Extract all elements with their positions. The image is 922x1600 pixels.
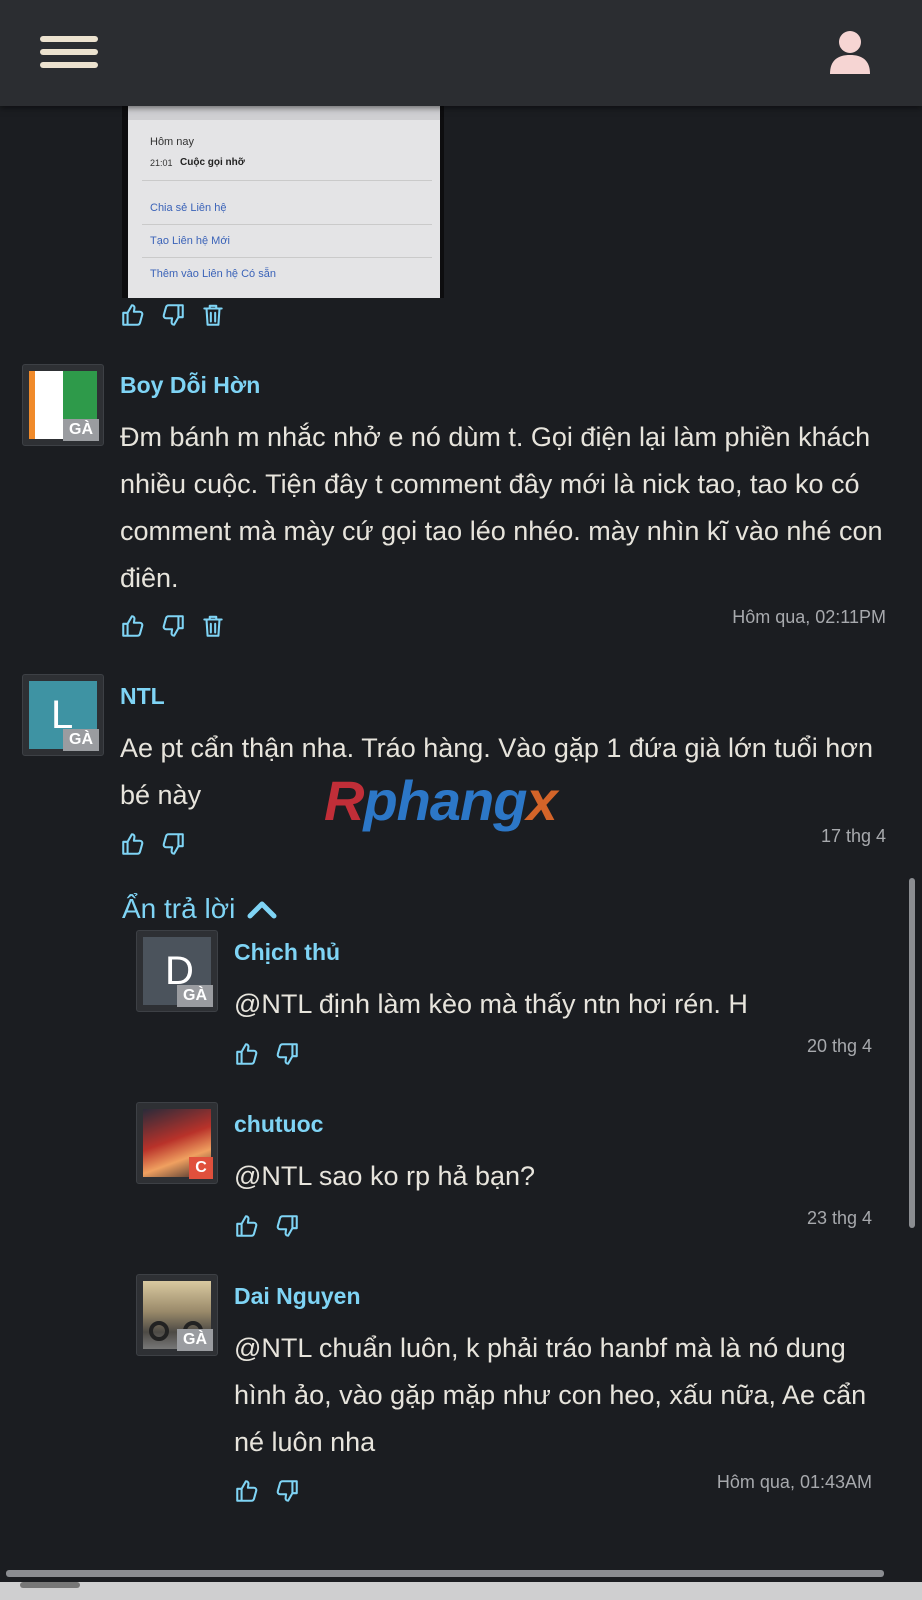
trash-icon[interactable] xyxy=(200,613,226,639)
hamburger-menu-icon[interactable] xyxy=(40,36,98,76)
comment-feed: Hôm nay 21:01 Cuộc gọi nhỡ Chia sẻ Liên … xyxy=(0,0,922,1600)
thumbs-up-icon[interactable] xyxy=(234,1041,260,1067)
image-text-missed-call: Cuộc gọi nhỡ xyxy=(180,157,245,168)
image-text-add-existing: Thêm vào Liên hệ Có sẵn xyxy=(150,268,276,280)
image-divider xyxy=(142,257,432,258)
thumbs-up-icon[interactable] xyxy=(234,1213,260,1239)
comment-text: Ae pt cẩn thận nha. Tráo hàng. Vào gặp 1… xyxy=(120,733,874,810)
thumbs-down-icon[interactable] xyxy=(160,831,186,857)
comment-author[interactable]: Boy Dỗi Hờn xyxy=(120,372,260,399)
avatar[interactable]: L GÀ xyxy=(22,674,104,756)
thumbs-down-icon[interactable] xyxy=(160,613,186,639)
reply-text: @NTL sao ko rp hả bạn? xyxy=(234,1161,536,1191)
image-text-new-contact: Tạo Liên hệ Mới xyxy=(150,235,230,247)
thumbs-up-icon[interactable] xyxy=(234,1478,260,1504)
post-actions xyxy=(120,302,226,328)
hide-replies-toggle[interactable]: Ẩn trả lời xyxy=(122,893,277,925)
comment-text: Đm bánh m nhắc nhở e nó dùm t. Gọi điện … xyxy=(120,422,883,593)
thumbs-up-icon[interactable] xyxy=(120,302,146,328)
avatar[interactable]: GÀ xyxy=(22,364,104,446)
thumbs-down-icon[interactable] xyxy=(274,1213,300,1239)
hide-replies-label: Ẩn trả lời xyxy=(122,893,236,924)
thumbs-up-icon[interactable] xyxy=(120,613,146,639)
reply-actions xyxy=(234,1213,300,1239)
vertical-scrollbar[interactable] xyxy=(909,878,915,1228)
avatar[interactable]: C xyxy=(136,1102,218,1184)
image-divider xyxy=(142,224,432,225)
image-text-time: 21:01 xyxy=(150,158,173,168)
reply-text: @NTL chuẩn luôn, k phải tráo hanbf mà là… xyxy=(234,1333,867,1457)
comment-author[interactable]: NTL xyxy=(120,683,165,710)
horizontal-scrollbar[interactable] xyxy=(6,1570,884,1577)
image-top-strip xyxy=(128,106,440,120)
thumbs-up-icon[interactable] xyxy=(120,831,146,857)
reply-author[interactable]: Chịch thủ xyxy=(234,939,340,966)
top-navigation-bar xyxy=(0,0,922,106)
reply-timestamp: 20 thg 4 xyxy=(806,1036,872,1056)
reply-timestamp: Hôm qua, 01:43AM xyxy=(716,1472,872,1492)
thumbs-down-icon[interactable] xyxy=(274,1041,300,1067)
comment-actions xyxy=(120,613,226,639)
avatar[interactable]: GÀ xyxy=(136,1274,218,1356)
reply-author[interactable]: Dai Nguyen xyxy=(234,1283,361,1310)
image-text-share-contact: Chia sẻ Liên hệ xyxy=(150,202,227,214)
comment-timestamp: 17 thg 4 xyxy=(820,826,886,846)
reply-author[interactable]: chutuoc xyxy=(234,1111,323,1138)
rank-badge: C xyxy=(189,1157,213,1179)
bottom-bar xyxy=(0,1582,922,1600)
thumbs-down-icon[interactable] xyxy=(160,302,186,328)
image-text-today: Hôm nay xyxy=(150,136,195,148)
reply-actions xyxy=(234,1478,300,1504)
rank-badge: GÀ xyxy=(177,1329,213,1351)
chevron-up-icon xyxy=(247,901,277,919)
reply-timestamp: 23 thg 4 xyxy=(806,1208,872,1228)
rank-badge: GÀ xyxy=(63,729,99,751)
rank-badge: GÀ xyxy=(63,419,99,441)
avatar[interactable]: D GÀ xyxy=(136,930,218,1012)
comment-actions xyxy=(120,831,186,857)
attached-screenshot-image[interactable]: Hôm nay 21:01 Cuộc gọi nhỡ Chia sẻ Liên … xyxy=(122,106,444,298)
comment-timestamp: Hôm qua, 02:11PM xyxy=(732,607,886,627)
reply-text: @NTL định làm kèo mà thấy ntn hơi rén. H xyxy=(234,989,748,1019)
reply-actions xyxy=(234,1041,300,1067)
image-divider xyxy=(142,180,432,181)
thumbs-down-icon[interactable] xyxy=(274,1478,300,1504)
rank-badge: GÀ xyxy=(177,985,213,1007)
user-icon[interactable] xyxy=(826,28,874,76)
trash-icon[interactable] xyxy=(200,302,226,328)
